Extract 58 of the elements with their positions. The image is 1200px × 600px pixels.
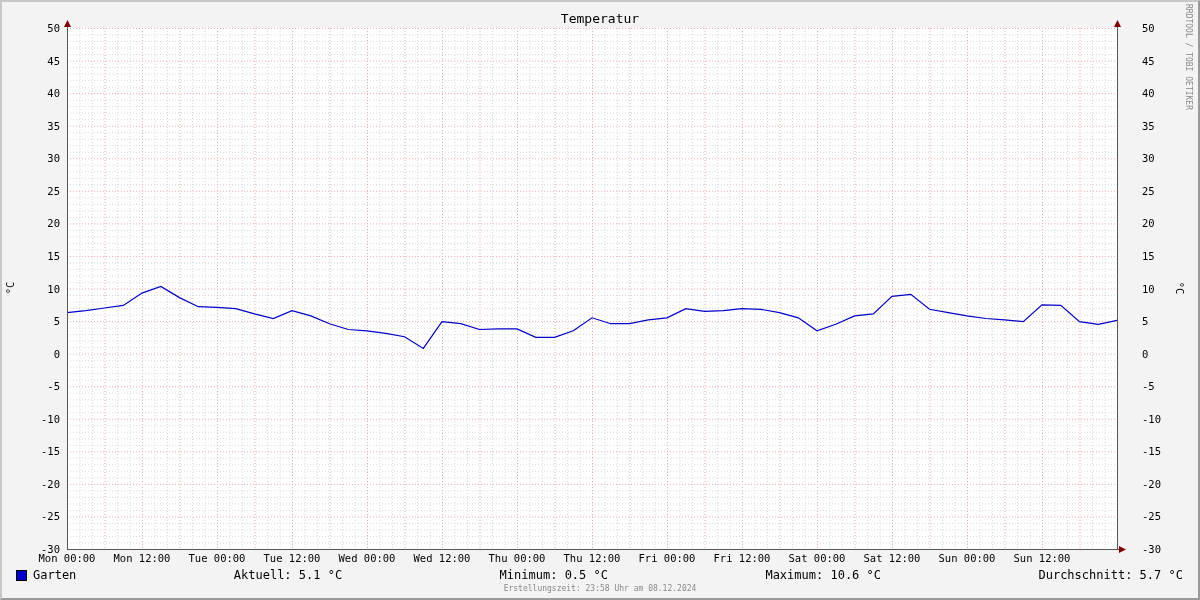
tick-label: Sat 12:00 <box>863 552 921 564</box>
tick-label: 25 <box>47 184 60 197</box>
chart-title: Temperatur <box>560 11 640 26</box>
statistic-label: Minimum: 0.5 °C <box>499 568 608 582</box>
tick-label: Sun 00:00 <box>938 552 996 564</box>
tick-label: -20 <box>1142 477 1161 490</box>
tick-label: Fri 12:00 <box>713 552 771 564</box>
tick-label: 15 <box>47 249 60 262</box>
tick-label: 40 <box>47 87 60 100</box>
tick-label: 30 <box>47 152 60 165</box>
legend-label: Garten <box>33 568 77 582</box>
statistic-label: Durchschnitt: 5.7 °C <box>1038 568 1183 582</box>
tick-label: -5 <box>47 380 60 393</box>
tick-label: 20 <box>1142 217 1155 230</box>
statistic-label: Aktuell: 5.1 °C <box>233 568 343 582</box>
tick-label: 5 <box>1142 315 1149 328</box>
tick-label: 45 <box>47 54 60 67</box>
tick-label: 5 <box>53 315 60 328</box>
tick-label: 35 <box>1142 119 1155 132</box>
tick-label: -10 <box>41 412 60 425</box>
tick-label: -15 <box>1142 445 1161 458</box>
statistic-label: Maximum: 10.6 °C <box>765 568 881 582</box>
tick-label: 50 <box>1142 22 1155 34</box>
tick-label: 30 <box>1142 152 1155 165</box>
tick-label: 15 <box>1142 249 1155 262</box>
tick-label: -10 <box>1142 412 1161 425</box>
tick-label: Wed 12:00 <box>413 552 471 564</box>
credit-label: RRDTOOL / TOBI OETIKER <box>1184 4 1193 110</box>
axis-label: °C <box>1174 281 1186 295</box>
axis-label: °C <box>4 281 16 295</box>
creation-time: Erstellungszeit: 23:58 Uhr am 08.12.2024 <box>503 584 697 595</box>
tick-label: Fri 00:00 <box>638 552 696 564</box>
tick-label: Thu 12:00 <box>563 552 621 564</box>
tick-label: Tue 00:00 <box>188 552 246 564</box>
tick-label: 40 <box>1142 87 1155 100</box>
tick-label: 0 <box>53 347 60 360</box>
tick-label: Wed 00:00 <box>338 552 396 564</box>
tick-label: -25 <box>41 510 60 523</box>
tick-label: 10 <box>1142 282 1155 295</box>
tick-label: -5 <box>1142 380 1155 393</box>
tick-label: 10 <box>47 282 60 295</box>
tick-label: Sat 00:00 <box>788 552 846 564</box>
tick-label: 25 <box>1142 184 1155 197</box>
tick-label: 35 <box>47 119 60 132</box>
tick-label: -30 <box>1142 543 1161 555</box>
tick-label: Sun 12:00 <box>1013 552 1071 564</box>
tick-label: -20 <box>41 477 60 490</box>
tick-label: -15 <box>41 445 60 458</box>
tick-label: Thu 00:00 <box>488 552 546 564</box>
tick-label: Mon 00:00 <box>38 552 96 564</box>
tick-label: Tue 12:00 <box>263 552 321 564</box>
tick-label: 0 <box>1142 347 1149 360</box>
tick-label: 45 <box>1142 54 1155 67</box>
tick-label: Mon 12:00 <box>113 552 171 564</box>
tick-label: 50 <box>47 22 60 34</box>
tick-label: -25 <box>1142 510 1161 523</box>
tick-label: 20 <box>47 217 60 230</box>
tick-label: -30 <box>41 543 60 555</box>
